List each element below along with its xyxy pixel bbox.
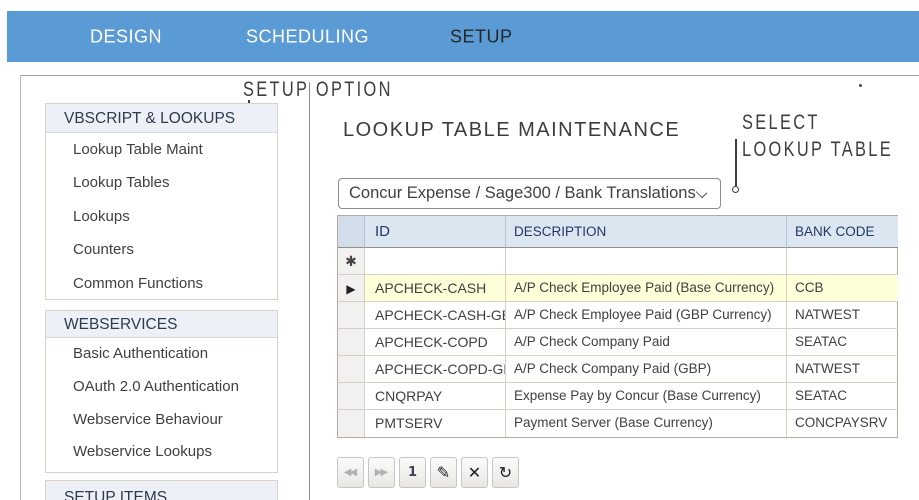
first-page-button[interactable]: ◀◀: [337, 457, 364, 488]
grid-row-cnqrpay: CNQRPAY Expense Pay by Concur (Base Curr…: [338, 383, 897, 410]
nav-item-scheduling[interactable]: SCHEDULING: [246, 26, 369, 47]
grid-new-row: ✱: [338, 248, 897, 275]
sidebar-item-webservice-lookups[interactable]: Webservice Lookups: [46, 436, 277, 469]
grid-row-apcheck-copd-gbp: APCHECK-COPD-GBP A/P Check Company Paid …: [338, 356, 897, 383]
grid-cell-description[interactable]: A/P Check Company Paid (GBP): [506, 356, 787, 383]
grid-cell-id[interactable]: APCHECK-CASH-GBP: [365, 302, 506, 329]
select-lookup-callout-dot: [732, 186, 739, 193]
grid-row-apcheck-cash: ▶ APCHECK-CASH A/P Check Employee Paid (…: [338, 275, 897, 302]
grid-cell-id[interactable]: [365, 248, 506, 275]
grid-cell-id[interactable]: PMTSERV: [365, 410, 506, 437]
grid-row-pmtserv: PMTSERV Payment Server (Base Currency) C…: [338, 410, 897, 437]
sidebar-item-lookup-tables[interactable]: Lookup Tables: [46, 166, 277, 199]
grid-cell-bank-code[interactable]: NATWEST: [787, 302, 898, 329]
sidebar-section-setup-items: SETUP ITEMS: [45, 480, 278, 500]
annotation-setup-option: SETUP OPTION: [243, 78, 435, 102]
row-selector[interactable]: ▶: [338, 275, 365, 302]
sidebar-header-setup-items[interactable]: SETUP ITEMS: [46, 481, 277, 500]
grid-cell-description[interactable]: Expense Pay by Concur (Base Currency): [506, 383, 787, 410]
lookup-table-maintenance-screen: DESIGN SCHEDULING SETUP SETUP OPTION SEL…: [0, 0, 919, 500]
grid-cell-description[interactable]: [506, 248, 787, 275]
top-nav-bar: DESIGN SCHEDULING SETUP: [7, 11, 919, 62]
grid-cell-description[interactable]: Payment Server (Base Currency): [506, 410, 787, 437]
lookup-table-dropdown-value: Concur Expense / Sage300 / Bank Translat…: [349, 184, 696, 202]
current-row-arrow-icon: ▶: [346, 282, 355, 296]
sidebar-item-common-functions[interactable]: Common Functions: [46, 267, 277, 300]
grid-cell-description[interactable]: A/P Check Employee Paid (Base Currency): [506, 275, 787, 302]
sidebar-item-counters[interactable]: Counters: [46, 233, 277, 266]
last-page-button[interactable]: ▶▶: [368, 457, 395, 488]
sidebar-section-vbscript-lookups: VBSCRIPT & LOOKUPS Lookup Table Maint Lo…: [45, 103, 278, 300]
asterisk-icon: ✱: [345, 254, 357, 270]
sidebar-item-oauth-authentication[interactable]: OAuth 2.0 Authentication: [46, 371, 277, 404]
nav-item-design[interactable]: DESIGN: [90, 26, 162, 47]
page-title: LOOKUP TABLE MAINTENANCE: [343, 119, 680, 142]
annotation-select-lookup-table: SELECT LOOKUP TABLE: [742, 109, 919, 163]
grid-header-selector: [338, 216, 365, 248]
grid-cell-bank-code[interactable]: [787, 248, 898, 275]
sidebar-item-basic-authentication[interactable]: Basic Authentication: [46, 338, 277, 371]
grid-cell-bank-code[interactable]: NATWEST: [787, 356, 898, 383]
row-selector[interactable]: [338, 329, 365, 356]
page-number-button[interactable]: 1: [399, 457, 426, 488]
grid-toolbar: ◀◀ ▶▶ 1 ✎ ✕ ↻: [337, 457, 519, 488]
refresh-icon[interactable]: ↻: [492, 457, 519, 488]
row-selector[interactable]: [338, 302, 365, 329]
grid-cell-description[interactable]: A/P Check Employee Paid (GBP Currency): [506, 302, 787, 329]
nav-item-setup[interactable]: SETUP: [450, 26, 513, 47]
grid-cell-id[interactable]: CNQRPAY: [365, 383, 506, 410]
grid-cell-bank-code[interactable]: SEATAC: [787, 329, 898, 356]
select-lookup-callout-line: [735, 139, 737, 186]
chevron-down-icon: [696, 187, 707, 198]
row-selector[interactable]: [338, 356, 365, 383]
sidebar-section-webservices: WEBSERVICES Basic Authentication OAuth 2…: [45, 310, 278, 473]
grid-header-bank-code[interactable]: BANK CODE: [787, 216, 898, 248]
sidebar-item-webservice-behaviour[interactable]: Webservice Behaviour: [46, 404, 277, 437]
lookup-table-grid: ID DESCRIPTION BANK CODE ✱ ▶ APCHECK-CAS…: [337, 215, 898, 438]
row-selector[interactable]: [338, 383, 365, 410]
sidebar-header-webservices[interactable]: WEBSERVICES: [46, 311, 277, 338]
lookup-table-dropdown[interactable]: Concur Expense / Sage300 / Bank Translat…: [338, 178, 721, 209]
period-mark: [859, 84, 862, 87]
sidebar-item-lookup-table-maint[interactable]: Lookup Table Maint: [46, 133, 277, 166]
grid-cell-bank-code[interactable]: CONCPAYSRV: [787, 410, 898, 437]
sidebar-divider: [309, 82, 310, 500]
grid-cell-id[interactable]: APCHECK-COPD: [365, 329, 506, 356]
grid-cell-description[interactable]: A/P Check Company Paid: [506, 329, 787, 356]
grid-header-row: ID DESCRIPTION BANK CODE: [338, 216, 897, 248]
grid-cell-id[interactable]: APCHECK-CASH: [365, 275, 506, 302]
grid-header-description[interactable]: DESCRIPTION: [506, 216, 787, 248]
sidebar-item-lookups[interactable]: Lookups: [46, 200, 277, 233]
grid-header-id[interactable]: ID: [365, 216, 506, 248]
sidebar-header-vbscript-lookups[interactable]: VBSCRIPT & LOOKUPS: [46, 104, 277, 133]
grid-cell-id[interactable]: APCHECK-COPD-GBP: [365, 356, 506, 383]
grid-row-apcheck-copd: APCHECK-COPD A/P Check Company Paid SEAT…: [338, 329, 897, 356]
row-selector[interactable]: [338, 410, 365, 437]
delete-x-icon[interactable]: ✕: [461, 457, 488, 488]
new-row-indicator[interactable]: ✱: [338, 248, 365, 275]
grid-cell-bank-code[interactable]: CCB: [787, 275, 898, 302]
edit-pencil-icon[interactable]: ✎: [430, 457, 457, 488]
grid-cell-bank-code[interactable]: SEATAC: [787, 383, 898, 410]
grid-row-apcheck-cash-gbp: APCHECK-CASH-GBP A/P Check Employee Paid…: [338, 302, 897, 329]
